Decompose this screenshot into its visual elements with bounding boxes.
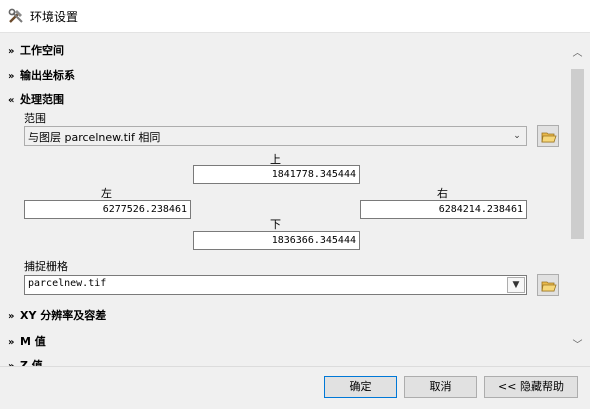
section-processing-extent-label: 处理范围: [20, 93, 64, 106]
section-z-values-label: Z 值: [20, 359, 43, 366]
chevron-double-down-icon: »: [8, 337, 15, 348]
title-bar: 环境设置: [0, 0, 590, 33]
extent-label: 范围: [24, 112, 46, 125]
section-output-coords[interactable]: » 输出坐标系: [8, 67, 75, 83]
section-m-values-label: M 值: [20, 335, 46, 348]
scrollbar-thumb[interactable]: [571, 69, 584, 239]
bottom-coordinate-field[interactable]: 1836366.345444: [193, 231, 360, 250]
hide-help-button[interactable]: << 隐藏帮助: [484, 376, 578, 398]
ok-button[interactable]: 确定: [324, 376, 397, 398]
chevron-double-up-icon: «: [8, 95, 15, 106]
section-xy-resolution[interactable]: » XY 分辨率及容差: [8, 307, 106, 323]
scroll-up-icon[interactable]: ︿: [569, 44, 586, 61]
extent-browse-button[interactable]: [537, 125, 559, 147]
section-z-values[interactable]: »Z 值: [8, 357, 43, 366]
folder-open-icon: [541, 281, 557, 292]
extent-dropdown[interactable]: 与图层 parcelnew.tif 相同 ⌄: [24, 126, 527, 146]
snap-raster-dropdown[interactable]: parcelnew.tif ▼: [24, 275, 527, 295]
left-label: 左: [101, 187, 112, 200]
right-coordinate-field[interactable]: 6284214.238461: [360, 200, 527, 219]
snap-raster-value: parcelnew.tif: [28, 278, 107, 289]
button-bar: 确定 取消 << 隐藏帮助: [0, 366, 590, 409]
chevron-double-down-icon: »: [8, 71, 15, 82]
left-coordinate-field[interactable]: 6277526.238461: [24, 200, 191, 219]
bottom-label: 下: [270, 218, 281, 231]
cancel-button[interactable]: 取消: [404, 376, 477, 398]
section-processing-extent[interactable]: « 处理范围: [8, 91, 64, 107]
right-label: 右: [437, 187, 448, 200]
section-m-values[interactable]: » M 值: [8, 333, 46, 349]
section-workspace-label: 工作空间: [20, 44, 64, 57]
dropdown-arrow-icon: ▼: [507, 277, 525, 293]
folder-open-icon: [541, 132, 557, 143]
section-xy-resolution-label: XY 分辨率及容差: [20, 309, 107, 322]
scroll-down-icon[interactable]: ﹀: [569, 336, 586, 353]
tools-icon: [7, 7, 25, 25]
chevron-double-down-icon: »: [8, 311, 15, 322]
snap-raster-browse-button[interactable]: [537, 274, 559, 296]
section-output-coords-label: 输出坐标系: [20, 69, 75, 82]
top-coordinate-field[interactable]: 1841778.345444: [193, 165, 360, 184]
chevron-double-down-icon: »: [8, 46, 15, 57]
snap-raster-label: 捕捉栅格: [24, 260, 68, 273]
vertical-scrollbar[interactable]: ︿ ﹀: [569, 36, 586, 356]
section-workspace[interactable]: » 工作空间: [8, 42, 64, 58]
chevron-down-icon: ⌄: [513, 131, 521, 141]
window-title: 环境设置: [30, 10, 79, 24]
extent-dropdown-value: 与图层 parcelnew.tif 相同: [28, 131, 161, 144]
